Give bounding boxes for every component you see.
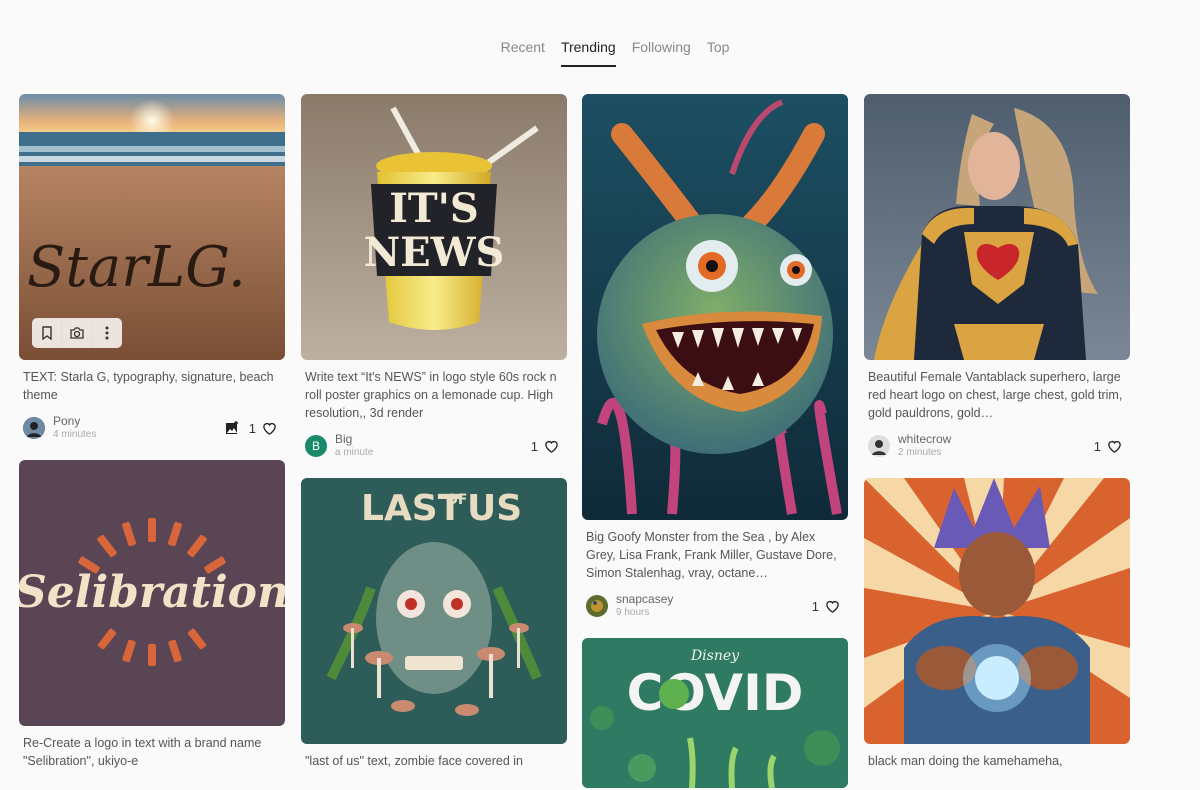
avatar[interactable]: B	[305, 435, 327, 457]
heart-icon[interactable]	[262, 421, 277, 436]
timestamp: a minute	[335, 447, 374, 458]
image-card[interactable]: LAST OF US "last of us" text, zombie fac…	[301, 478, 567, 770]
tab-top[interactable]: Top	[707, 37, 730, 67]
timestamp: 2 minutes	[898, 447, 942, 458]
username[interactable]: snapcasey	[616, 593, 812, 605]
superhero-image	[864, 94, 1130, 360]
card-meta: Pony 4 minutes 1	[19, 404, 285, 444]
grid-column-3: Big Goofy Monster from the Sea , by Alex…	[582, 94, 848, 788]
like-count: 1	[811, 598, 819, 614]
card-caption: Big Goofy Monster from the Sea , by Alex…	[586, 530, 837, 580]
tab-recent[interactable]: Recent	[501, 37, 545, 67]
card-caption: TEXT: Starla G, typography, signature, b…	[23, 370, 274, 402]
logo-image: Selibration	[19, 518, 285, 666]
camera-icon	[69, 327, 84, 339]
like-control[interactable]: 1	[531, 439, 559, 454]
card-caption: Write text “It's NEWS” in logo style 60s…	[305, 370, 557, 420]
grid-column-2: IT'S NEWS Write text “It's NEWS” in logo…	[301, 94, 567, 770]
image-card[interactable]: IT'S NEWS Write text “It's NEWS” in logo…	[301, 94, 567, 462]
image-actions-toolbar	[32, 318, 122, 348]
tab-trending[interactable]: Trending	[560, 37, 616, 67]
timestamp: 4 minutes	[53, 429, 97, 440]
avatar[interactable]	[868, 435, 890, 457]
cup-text-top: IT'S	[389, 185, 479, 232]
like-count: 1	[530, 438, 538, 454]
avatar[interactable]	[23, 417, 45, 439]
beach-text: StarLG.	[27, 235, 246, 300]
timestamp: 9 hours	[616, 607, 650, 618]
card-image[interactable]: Selibration	[19, 460, 285, 726]
like-count: 1	[248, 420, 256, 436]
image-card[interactable]: StarLG. TEXT: Starla G, typography, sign…	[19, 94, 285, 444]
username[interactable]: whitecrow	[898, 433, 1094, 445]
card-caption: Re-Create a logo in text with a brand na…	[23, 736, 262, 768]
disney-logo-text: Disney	[690, 648, 740, 664]
bookmark-button[interactable]	[32, 318, 62, 348]
card-image[interactable]: IT'S NEWS	[301, 94, 567, 360]
more-vertical-icon	[105, 326, 109, 340]
like-count: 1	[1093, 438, 1101, 454]
like-control[interactable]: 1	[1094, 439, 1122, 454]
user-avatar-icon	[868, 435, 890, 457]
heart-icon[interactable]	[544, 439, 559, 454]
username[interactable]: Big	[335, 433, 531, 445]
camera-button[interactable]	[62, 318, 92, 348]
anime-image	[864, 478, 1130, 744]
grid-column-1: StarLG. TEXT: Starla G, typography, sign…	[19, 94, 285, 770]
like-control[interactable]: 1	[812, 599, 840, 614]
tab-following[interactable]: Following	[632, 37, 691, 67]
user-info: Pony 4 minutes	[53, 415, 225, 441]
image-card[interactable]: Beautiful Female Vantablack superhero, l…	[864, 94, 1130, 462]
card-image[interactable]	[582, 94, 848, 520]
image-card[interactable]: Selibration Re-Create a logo in text wit…	[19, 460, 285, 770]
card-image[interactable]: LAST OF US	[301, 478, 567, 744]
covid-text: COVID	[627, 664, 804, 722]
grid-column-4: Beautiful Female Vantablack superhero, l…	[864, 94, 1130, 770]
card-meta: whitecrow 2 minutes 1	[864, 422, 1130, 462]
card-image[interactable]	[864, 478, 1130, 744]
zombie-image: LAST OF US	[326, 488, 542, 716]
card-meta: snapcasey 9 hours 1	[582, 582, 848, 622]
card-image[interactable]: Disney COVID	[582, 638, 848, 788]
card-caption: black man doing the kamehameha,	[868, 754, 1063, 768]
heart-icon[interactable]	[1107, 439, 1122, 454]
image-grid: StarLG. TEXT: Starla G, typography, sign…	[19, 94, 1149, 790]
like-control[interactable]: 1	[249, 421, 277, 436]
card-image[interactable]	[864, 94, 1130, 360]
logo-text: Selibration	[19, 567, 285, 618]
image-card[interactable]: Big Goofy Monster from the Sea , by Alex…	[582, 94, 848, 622]
bookmark-icon	[41, 326, 52, 340]
user-info: Big a minute	[335, 433, 531, 459]
user-avatar-icon	[586, 595, 608, 617]
covid-image: Disney COVID	[582, 638, 848, 788]
poster-text-us: US	[467, 488, 522, 529]
image-card[interactable]: Disney COVID	[582, 638, 848, 788]
card-meta: B Big a minute 1	[301, 422, 567, 462]
more-options-button[interactable]	[92, 318, 122, 348]
card-caption: Beautiful Female Vantablack superhero, l…	[868, 370, 1123, 420]
user-info: snapcasey 9 hours	[616, 593, 812, 619]
monster-image	[582, 94, 848, 520]
username[interactable]: Pony	[53, 415, 225, 427]
feed-tabs: Recent Trending Following Top	[0, 37, 1200, 67]
card-image[interactable]: StarLG.	[19, 94, 285, 360]
card-caption: "last of us" text, zombie face covered i…	[305, 754, 524, 768]
cup-image: IT'S NEWS	[301, 94, 567, 360]
image-card[interactable]: black man doing the kamehameha,	[864, 478, 1130, 770]
add-image-icon[interactable]	[225, 421, 239, 435]
avatar[interactable]	[586, 595, 608, 617]
cup-text-bottom: NEWS	[364, 229, 505, 276]
poster-text-of: OF	[446, 492, 467, 508]
user-info: whitecrow 2 minutes	[898, 433, 1094, 459]
user-avatar-icon	[23, 417, 45, 439]
heart-icon[interactable]	[825, 599, 840, 614]
